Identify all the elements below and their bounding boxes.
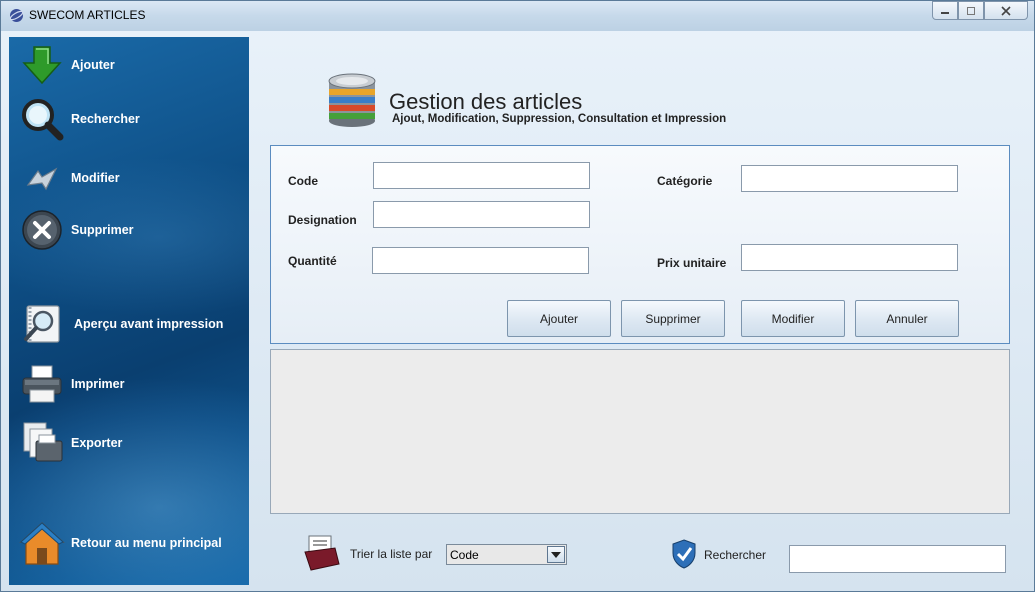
code-label: Code xyxy=(288,174,318,188)
close-button[interactable] xyxy=(984,1,1028,20)
modifier-button[interactable]: Modifier xyxy=(741,300,845,337)
designation-input[interactable] xyxy=(373,201,590,228)
minimize-icon xyxy=(941,11,949,14)
sidebar-item-exporter[interactable]: Exporter xyxy=(9,421,122,465)
code-input[interactable] xyxy=(373,162,590,189)
main-content: Gestion des articles Ajout, Modification… xyxy=(251,37,1031,585)
ajouter-button[interactable]: Ajouter xyxy=(507,300,611,337)
sort-select-value: Code xyxy=(450,547,479,562)
sidebar-item-imprimer[interactable]: Imprimer xyxy=(9,362,125,406)
quantite-label: Quantité xyxy=(288,254,337,268)
window-title: SWECOM ARTICLES xyxy=(29,8,146,22)
designation-label: Designation xyxy=(288,213,357,227)
page-title: Gestion des articles xyxy=(389,89,583,114)
sidebar-item-label: Rechercher xyxy=(71,112,140,126)
maximize-button[interactable] xyxy=(958,1,984,20)
sidebar-item-retour[interactable]: Retour au menu principal xyxy=(9,521,222,565)
prix-unitaire-input[interactable] xyxy=(741,244,958,271)
sidebar-item-label: Ajouter xyxy=(71,58,115,72)
sort-list-icon xyxy=(301,534,343,572)
sidebar-item-label: Exporter xyxy=(71,436,123,450)
sidebar-item-label: Imprimer xyxy=(71,377,125,391)
sidebar-item-apercu[interactable]: Aperçu avant impression xyxy=(9,302,223,346)
magnifier-icon xyxy=(19,97,65,141)
chevron-down-icon[interactable] xyxy=(547,546,565,563)
supprimer-button[interactable]: Supprimer xyxy=(621,300,725,337)
close-circle-icon xyxy=(19,208,65,252)
page-subtitle: Ajout, Modification, Suppression, Consul… xyxy=(392,113,727,125)
articles-grid[interactable] xyxy=(270,349,1010,514)
sort-select[interactable]: Code xyxy=(446,544,567,565)
categorie-label: Catégorie xyxy=(657,174,713,188)
green-down-arrow-icon xyxy=(19,43,65,87)
minimize-button[interactable] xyxy=(932,1,958,20)
search-input[interactable] xyxy=(789,545,1006,573)
annuler-button[interactable]: Annuler xyxy=(855,300,959,337)
home-icon xyxy=(19,521,65,565)
app-icon xyxy=(9,8,24,23)
window-controls xyxy=(932,1,1028,20)
edit-arrow-icon xyxy=(19,156,65,200)
close-icon xyxy=(1001,5,1011,16)
sidebar-item-supprimer[interactable]: Supprimer xyxy=(9,208,134,252)
quantite-input[interactable] xyxy=(372,247,589,274)
shield-check-icon xyxy=(671,539,697,569)
sort-label: Trier la liste par xyxy=(350,547,433,561)
sidebar-item-label: Modifier xyxy=(71,171,120,185)
sidebar-item-modifier[interactable]: Modifier xyxy=(9,156,120,200)
article-form: Code Designation Quantité Catégorie Prix… xyxy=(270,145,1010,344)
search-label: Rechercher xyxy=(704,548,767,562)
sidebar-item-label: Supprimer xyxy=(71,223,134,237)
sidebar-item-label: Retour au menu principal xyxy=(71,536,222,550)
sidebar: Ajouter Rechercher Modifier Supprimer Ap… xyxy=(9,37,249,585)
print-preview-icon xyxy=(19,302,65,346)
restore-icon xyxy=(967,6,975,15)
app-window: SWECOM ARTICLES Ajouter Rechercher Modif… xyxy=(0,0,1035,592)
prix-unitaire-label: Prix unitaire xyxy=(657,256,727,270)
database-icon xyxy=(325,71,379,129)
sidebar-item-rechercher[interactable]: Rechercher xyxy=(9,97,140,141)
export-icon xyxy=(19,421,65,465)
categorie-input[interactable] xyxy=(741,165,958,192)
sidebar-item-label: Aperçu avant impression xyxy=(74,317,224,331)
sidebar-item-ajouter[interactable]: Ajouter xyxy=(9,43,115,87)
printer-icon xyxy=(19,362,65,406)
title-bar: SWECOM ARTICLES xyxy=(1,1,1034,31)
